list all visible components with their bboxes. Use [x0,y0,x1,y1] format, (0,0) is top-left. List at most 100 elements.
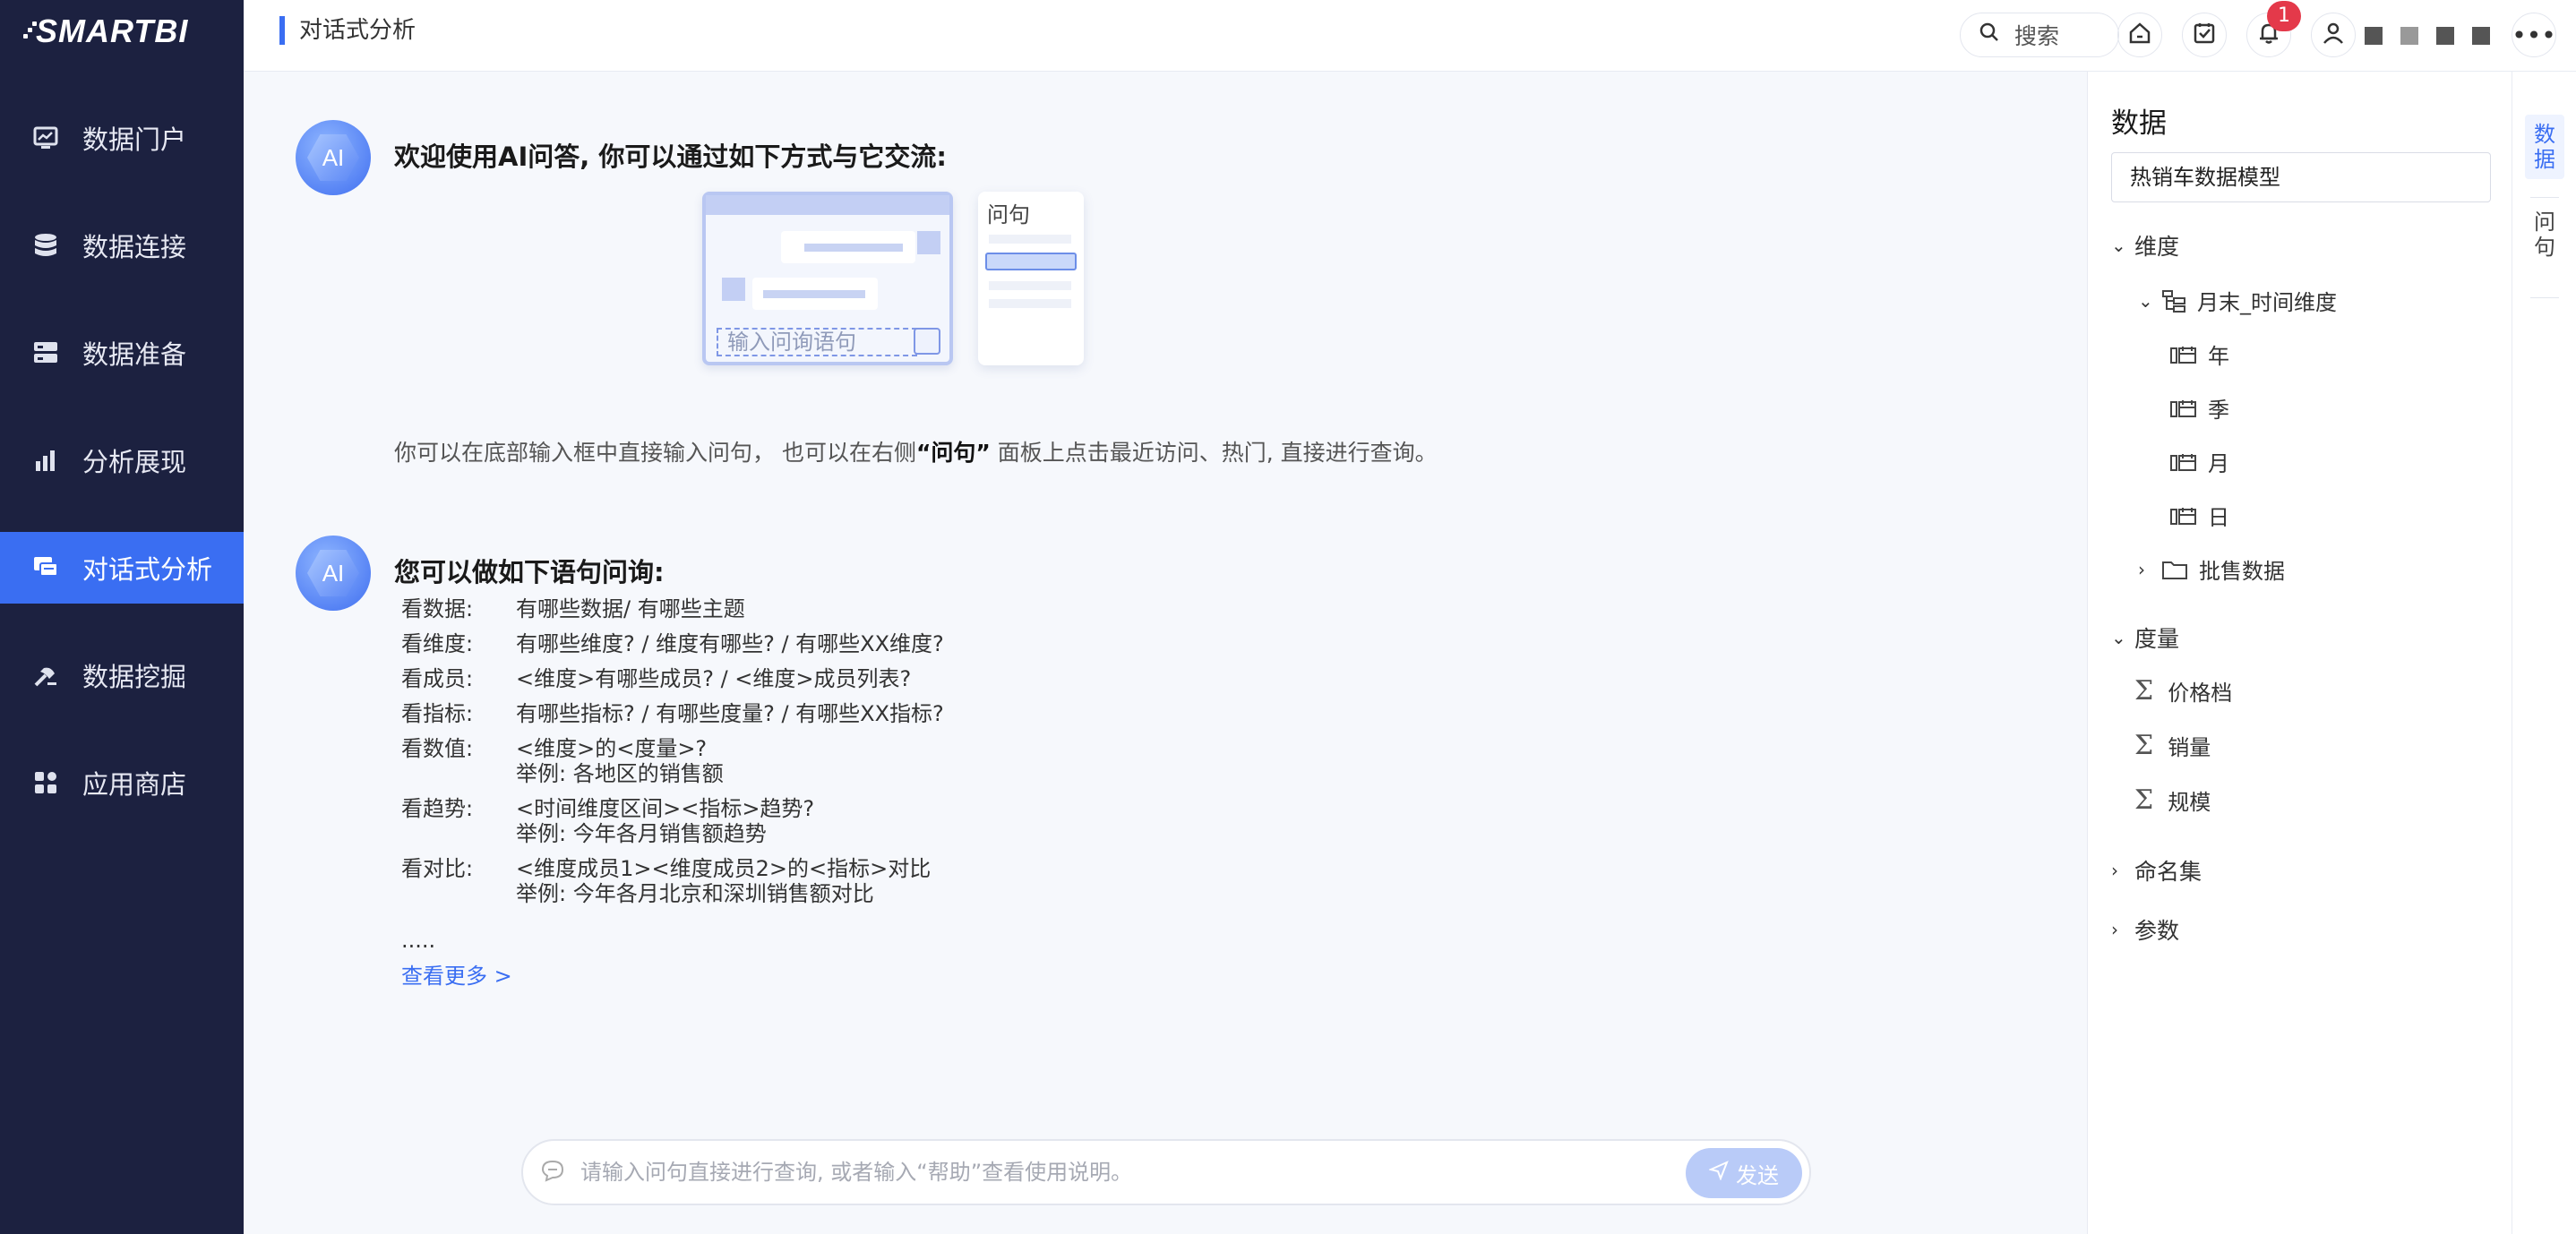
search-label: 搜索 [2014,23,2060,49]
sidebar-item-app-store[interactable]: 应用商店 [0,747,244,818]
tasks-button[interactable] [2182,13,2227,57]
send-plane-icon [1707,1161,1729,1186]
sidebar-item-data-portal[interactable]: 数据门户 [0,102,244,174]
notifications-button[interactable]: 1 [2246,1,2301,57]
welcome-hint: 你可以在底部输入框中直接输入问句， 也可以在右侧“问句” 面板上点击最近访问、热… [394,440,1438,466]
illustration-panel-title: 问句 [987,202,1030,227]
sidebar-item-conversational[interactable]: 对话式分析 [0,532,244,604]
top-bar: 对话式分析 搜索 1 [244,0,2576,72]
folder-icon [2161,559,2188,580]
search-button[interactable]: 搜索 [1960,13,2119,57]
task-check-icon [2193,21,2216,48]
brand-logo[interactable]: SMARTBI [23,13,188,50]
sidebar-item-label: 分析展现 [82,447,187,477]
tree-node-measure[interactable]: ⌄ 度量 [2111,621,2179,654]
tree-leaf-month[interactable]: 月 [2170,446,2229,477]
data-panel-title: 数据 [2111,107,2167,140]
notification-badge: 1 [2267,1,2301,31]
welcome-title: 欢迎使用AI问答, 你可以通过如下方式与它交流: [394,141,947,172]
list-item: 看对比: <维度成员1><维度成员2>的<指标>对比 举例: 今年各月北京和深圳销… [401,856,932,906]
chat-bubble-icon [541,1159,564,1186]
sidebar: SMARTBI 数据门户 数据连接 数据准备 分析展现 对话式分析 数据挖掘 应… [0,0,244,1234]
sidebar-nav: 数据门户 数据连接 数据准备 分析展现 对话式分析 数据挖掘 应用商店 [0,102,244,854]
example-question-list: 看数据: 有哪些数据/ 有哪些主题 看维度: 有哪些维度? / 维度有哪些? / 有… [401,596,944,916]
tree-node-time-dimension[interactable]: ⌄ 月末_时间维度 [2138,285,2337,316]
ai-avatar: AI [296,536,371,611]
sidebar-item-analysis[interactable]: 分析展现 [0,424,244,496]
more-ellipsis: ..... [401,928,436,953]
tree-node-batch-data[interactable]: › 批售数据 [2138,553,2285,585]
hierarchy-icon [2161,289,2186,313]
tree-leaf-year[interactable]: 年 [2170,338,2229,370]
chat-icon [32,554,59,581]
examples-title: 您可以做如下语句问询: [394,557,665,587]
model-selector[interactable]: 热销车数据模型 [2111,152,2491,202]
tab-question[interactable]: 问句 [2525,210,2564,260]
tree-leaf-quarter[interactable]: 季 [2170,392,2229,424]
sigma-icon: Σ [2134,730,2154,761]
cursor-icon [914,328,940,355]
input-illustration: 输入问询语句 [702,192,953,365]
tab-data[interactable]: 数据 [2525,115,2564,179]
side-tabs: 数据 问句 [2512,72,2576,1234]
ai-avatar: AI [296,120,371,195]
send-label: 发送 [1736,1162,1779,1188]
calendar-level-icon [2170,452,2197,472]
calendar-level-icon [2170,398,2197,418]
sidebar-item-label: 应用商店 [82,769,187,800]
pickaxe-icon [32,662,59,689]
sidebar-item-label: 数据准备 [82,339,187,370]
tree-leaf-measure[interactable]: Σ 规模 [2134,784,2211,816]
list-item: 看维度: 有哪些维度? / 维度有哪些? / 有哪些XX维度? [401,631,944,656]
tree-node-parameters[interactable]: › 参数 [2111,913,2179,946]
sidebar-item-data-prep[interactable]: 数据准备 [0,317,244,389]
sidebar-item-label: 对话式分析 [82,554,213,585]
list-item: 看数据: 有哪些数据/ 有哪些主题 [401,596,745,621]
user-icon [2322,21,2345,48]
tree-node-dimension[interactable]: ⌄ 维度 [2111,229,2179,261]
list-item: 看趋势: <时间维度区间><指标>趋势? 举例: 今年各月销售额趋势 [401,796,815,846]
question-input[interactable] [580,1160,1655,1185]
apps-icon [32,769,59,796]
page-title: 对话式分析 [279,16,416,45]
window-square-icon[interactable] [2365,27,2383,45]
tree-leaf-day[interactable]: 日 [2170,500,2229,531]
window-square-icon[interactable] [2400,27,2418,45]
brand-name: SMARTBI [36,13,189,49]
question-panel-illustration: 问句 [978,192,1084,365]
home-button[interactable] [2117,13,2162,57]
tree-node-named-set[interactable]: › 命名集 [2111,854,2202,887]
sigma-icon: Σ [2134,675,2154,707]
tree-leaf-measure[interactable]: Σ 价格档 [2134,675,2232,707]
see-more-link[interactable]: 查看更多 > [401,958,512,990]
question-input-box: 发送 [521,1139,1811,1205]
sidebar-item-data-connection[interactable]: 数据连接 [0,210,244,281]
home-icon [2128,21,2151,48]
window-square-icon[interactable] [2472,27,2490,45]
sidebar-item-label: 数据连接 [82,232,187,262]
search-icon [1979,21,2000,48]
calendar-level-icon [2170,506,2197,526]
logo-mark-icon [23,21,37,41]
more-options-button[interactable]: ••• [2512,13,2556,57]
monitor-chart-icon [32,124,59,151]
tree-leaf-measure[interactable]: Σ 销量 [2134,730,2211,761]
window-square-icon[interactable] [2436,27,2454,45]
user-button[interactable] [2311,13,2356,57]
illustration-input-text: 输入问询语句 [717,328,917,356]
chevron-right-icon: › [2138,558,2145,580]
send-button[interactable]: 发送 [1686,1148,1802,1198]
sigma-icon: Σ [2134,784,2154,816]
list-item: 看指标: 有哪些指标? / 有哪些度量? / 有哪些XX指标? [401,701,944,726]
bar-chart-icon [32,447,59,474]
chevron-down-icon: ⌄ [2111,627,2126,648]
chevron-right-icon: › [2111,919,2118,940]
list-item: 看数值: <维度>的<度量>? 举例: 各地区的销售额 [401,736,724,786]
sidebar-item-label: 数据门户 [82,124,187,155]
more-dots-icon: ••• [2512,20,2556,50]
sidebar-item-label: 数据挖掘 [82,662,187,692]
data-panel: 数据 热销车数据模型 ⌄ 维度 ⌄ 月末_时间维度 年 季 月 日 › 批售数据… [2087,72,2512,1234]
calendar-level-icon [2170,345,2197,364]
sidebar-item-data-mining[interactable]: 数据挖掘 [0,639,244,711]
list-item: 看成员: <维度>有哪些成员? / <维度>成员列表? [401,666,912,691]
